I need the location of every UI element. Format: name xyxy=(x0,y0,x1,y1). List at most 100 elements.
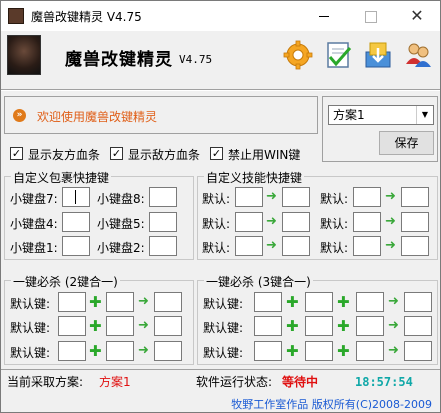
skill-target-input[interactable] xyxy=(401,187,429,207)
slot-label: 小键盘5: xyxy=(97,217,145,231)
combo3-row-label: 默认键: xyxy=(203,321,244,335)
combo3-key2-input[interactable] xyxy=(305,341,333,361)
save-button[interactable]: 保存 xyxy=(379,131,434,155)
arrow-right-icon: ➜ xyxy=(385,214,396,229)
status-divider xyxy=(1,369,440,370)
skill-source-input[interactable] xyxy=(353,187,381,207)
combo2-target-input[interactable] xyxy=(154,316,182,336)
skill-row-label: 默认: xyxy=(320,217,349,231)
combo2-key1-input[interactable] xyxy=(58,316,86,336)
double-arrow-icon: » xyxy=(13,109,26,122)
plus-icon: ✚ xyxy=(337,293,350,311)
app-icon xyxy=(8,8,24,24)
scheme-panel: 方案1 ▼ 保存 xyxy=(322,96,438,162)
skill-target-input[interactable] xyxy=(282,187,310,207)
arrow-right-icon: ➜ xyxy=(388,318,399,333)
skill-target-input[interactable] xyxy=(401,212,429,232)
skill-row-label: 默认: xyxy=(202,192,231,206)
title-bar: 魔兽改键精灵 V4.75 ✕ xyxy=(1,1,440,31)
combo3-key1-input[interactable] xyxy=(254,292,282,312)
scheme-select[interactable]: 方案1 ▼ xyxy=(328,105,434,125)
plus-icon: ✚ xyxy=(286,293,299,311)
checkbox-check-icon[interactable]: ✓ xyxy=(10,147,23,160)
combo2-target-input[interactable] xyxy=(154,292,182,312)
download-icon[interactable] xyxy=(363,40,393,70)
checkbox-label: 显示敌方血条 xyxy=(128,148,201,162)
combo3-target-input[interactable] xyxy=(404,292,432,312)
combo2-key2-input[interactable] xyxy=(106,292,134,312)
app-name: 魔兽改键精灵 xyxy=(65,50,173,70)
group-title: 一键必杀 (2键合一) xyxy=(11,273,120,290)
slot-label: 小键盘4: xyxy=(10,217,58,231)
plus-icon: ✚ xyxy=(337,317,350,335)
arrow-right-icon: ➜ xyxy=(138,343,149,358)
plus-icon: ✚ xyxy=(286,342,299,360)
skill-source-input[interactable] xyxy=(235,236,263,256)
run-state-value: 等待中 xyxy=(282,375,319,389)
combo3-key3-input[interactable] xyxy=(356,316,384,336)
skill-source-input[interactable] xyxy=(235,212,263,232)
maximize-button[interactable] xyxy=(347,1,393,31)
welcome-panel: » 欢迎使用魔兽改键精灵 xyxy=(4,96,318,134)
skill-target-input[interactable] xyxy=(282,236,310,256)
plus-icon: ✚ xyxy=(89,342,102,360)
combo3-key1-input[interactable] xyxy=(254,316,282,336)
numpad5-input[interactable] xyxy=(149,212,177,232)
combo3-key2-input[interactable] xyxy=(305,316,333,336)
skill-source-input[interactable] xyxy=(235,187,263,207)
users-icon[interactable] xyxy=(403,40,433,70)
group-title: 自定义包裹快捷键 xyxy=(11,169,112,186)
skill-source-input[interactable] xyxy=(353,212,381,232)
combo3-row-label: 默认键: xyxy=(203,297,244,311)
header-banner: 魔兽改键精灵 V4.75 xyxy=(1,31,440,85)
checklist-icon[interactable] xyxy=(323,40,353,70)
checkbox-check-icon[interactable]: ✓ xyxy=(210,147,223,160)
chevron-down-icon[interactable]: ▼ xyxy=(416,106,433,124)
run-state-label: 软件运行状态: xyxy=(196,375,273,389)
plus-icon: ✚ xyxy=(337,342,350,360)
slot-label: 小键盘2: xyxy=(97,241,145,255)
minimize-button[interactable] xyxy=(301,1,347,31)
skill-row-label: 默认: xyxy=(320,241,349,255)
combo2-row-label: 默认键: xyxy=(10,346,51,360)
combo3-key1-input[interactable] xyxy=(254,341,282,361)
numpad8-input[interactable] xyxy=(149,187,177,207)
checkbox-label: 禁止用WIN键 xyxy=(228,148,301,162)
group-title: 一键必杀 (3键合一) xyxy=(204,273,313,290)
numpad1-input[interactable] xyxy=(62,236,90,256)
combo3-key2-input[interactable] xyxy=(305,292,333,312)
combo3-target-input[interactable] xyxy=(404,341,432,361)
combo2-key1-input[interactable] xyxy=(58,341,86,361)
skill-target-input[interactable] xyxy=(401,236,429,256)
app-version: V4.75 xyxy=(179,53,213,66)
combo2-key2-input[interactable] xyxy=(106,341,134,361)
current-scheme-label: 当前采取方案: xyxy=(7,375,84,389)
combo2-row-label: 默认键: xyxy=(10,321,51,335)
combo2-row-label: 默认键: xyxy=(10,297,51,311)
combo3-target-input[interactable] xyxy=(404,316,432,336)
hero-portrait-logo xyxy=(7,35,41,75)
numpad2-input[interactable] xyxy=(149,236,177,256)
combo2-key2-input[interactable] xyxy=(106,316,134,336)
combo3-key3-input[interactable] xyxy=(356,292,384,312)
gear-icon[interactable] xyxy=(283,40,313,70)
group-title: 自定义技能快捷键 xyxy=(204,169,305,186)
plus-icon: ✚ xyxy=(89,293,102,311)
arrow-right-icon: ➜ xyxy=(388,343,399,358)
combo2-target-input[interactable] xyxy=(154,341,182,361)
combo3-key3-input[interactable] xyxy=(356,341,384,361)
combo2-key1-input[interactable] xyxy=(58,292,86,312)
numpad7-input[interactable] xyxy=(62,187,90,207)
skill-row-label: 默认: xyxy=(202,217,231,231)
skill-target-input[interactable] xyxy=(282,212,310,232)
status-bar: 当前采取方案: 方案1 软件运行状态: 等待中 18:57:54 xyxy=(1,371,440,393)
close-button[interactable]: ✕ xyxy=(394,1,440,31)
clock: 18:57:54 xyxy=(355,375,413,389)
checkbox-label: 显示友方血条 xyxy=(28,148,101,162)
window-title: 魔兽改键精灵 V4.75 xyxy=(31,10,142,24)
numpad4-input[interactable] xyxy=(62,212,90,232)
main-window: 魔兽改键精灵 V4.75 ✕ 魔兽改键精灵 V4.75 » 欢迎使用魔兽改键精灵… xyxy=(0,0,441,413)
arrow-right-icon: ➜ xyxy=(385,238,396,253)
skill-source-input[interactable] xyxy=(353,236,381,256)
checkbox-check-icon[interactable]: ✓ xyxy=(110,147,123,160)
